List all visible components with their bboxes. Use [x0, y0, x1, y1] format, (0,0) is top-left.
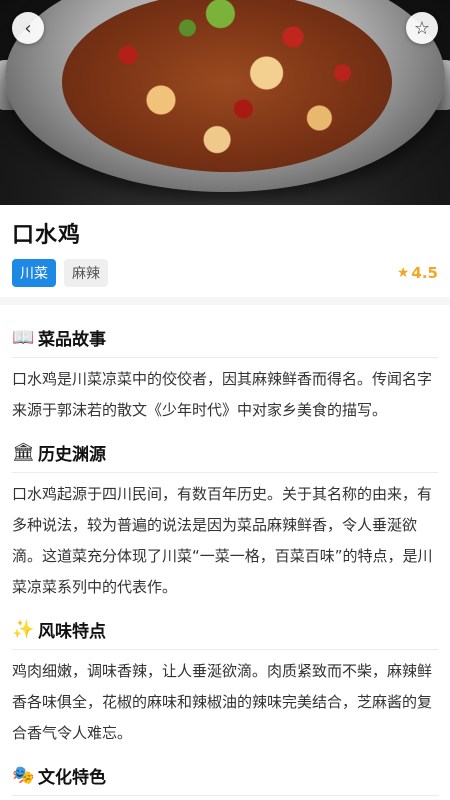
tag-row: 川菜 麻辣 ★ 4.5: [12, 259, 438, 287]
section-culture: 🎭 文化特色: [12, 757, 438, 796]
museum-icon: 🏛: [12, 442, 35, 463]
divider: [0, 297, 450, 305]
section-header: 📖 菜品故事: [12, 319, 438, 358]
favorite-button[interactable]: ☆: [406, 12, 438, 44]
star-icon: ★: [396, 265, 410, 281]
section-title: 历史渊源: [38, 445, 106, 465]
flavor-tag[interactable]: 麻辣: [64, 259, 108, 287]
dish-content: 📖 菜品故事 口水鸡是川菜凉菜中的佼佼者，因其麻辣鲜香而得名。传闻名字来源于郭沫…: [0, 305, 450, 796]
cuisine-tag[interactable]: 川菜: [12, 259, 56, 287]
section-history: 🏛 历史渊源 口水鸡起源于四川民间，有数百年历史。关于其名称的由来，有多种说法，…: [12, 434, 438, 603]
section-text: 鸡肉细嫩，调味香辣，让人垂涎欲滴。肉质紧致而不柴，麻辣鲜香各味俱全，花椒的麻味和…: [12, 662, 433, 742]
section-title: 文化特色: [38, 768, 106, 788]
section-title: 菜品故事: [38, 330, 106, 350]
dish-header: 口水鸡 川菜 麻辣 ★ 4.5: [0, 205, 450, 297]
section-header: 🏛 历史渊源: [12, 434, 438, 473]
theater-masks-icon: 🎭: [12, 765, 35, 786]
rating: ★ 4.5: [397, 264, 438, 282]
dish-hero-image: ‹ ☆: [0, 0, 450, 205]
section-story: 📖 菜品故事 口水鸡是川菜凉菜中的佼佼者，因其麻辣鲜香而得名。传闻名字来源于郭沫…: [12, 319, 438, 426]
rating-value: 4.5: [411, 264, 438, 282]
section-text: 口水鸡起源于四川民间，有数百年历史。关于其名称的由来，有多种说法，较为普遍的说法…: [12, 485, 433, 596]
dish-title: 口水鸡: [12, 223, 82, 248]
section-flavor: ✨ 风味特点 鸡肉细嫩，调味香辣，让人垂涎欲滴。肉质紧致而不柴，麻辣鲜香各味俱全…: [12, 611, 438, 749]
section-header: ✨ 风味特点: [12, 611, 438, 650]
section-title: 风味特点: [38, 622, 106, 642]
sparkles-icon: ✨: [12, 619, 35, 640]
back-button[interactable]: ‹: [12, 12, 44, 44]
chevron-left-icon: ‹: [24, 17, 32, 39]
section-text: 口水鸡是川菜凉菜中的佼佼者，因其麻辣鲜香而得名。传闻名字来源于郭沫若的散文《少年…: [12, 370, 433, 419]
section-header: 🎭 文化特色: [12, 757, 438, 796]
book-icon: 📖: [12, 327, 35, 348]
star-outline-icon: ☆: [413, 17, 431, 39]
dish-photo: [62, 0, 392, 172]
